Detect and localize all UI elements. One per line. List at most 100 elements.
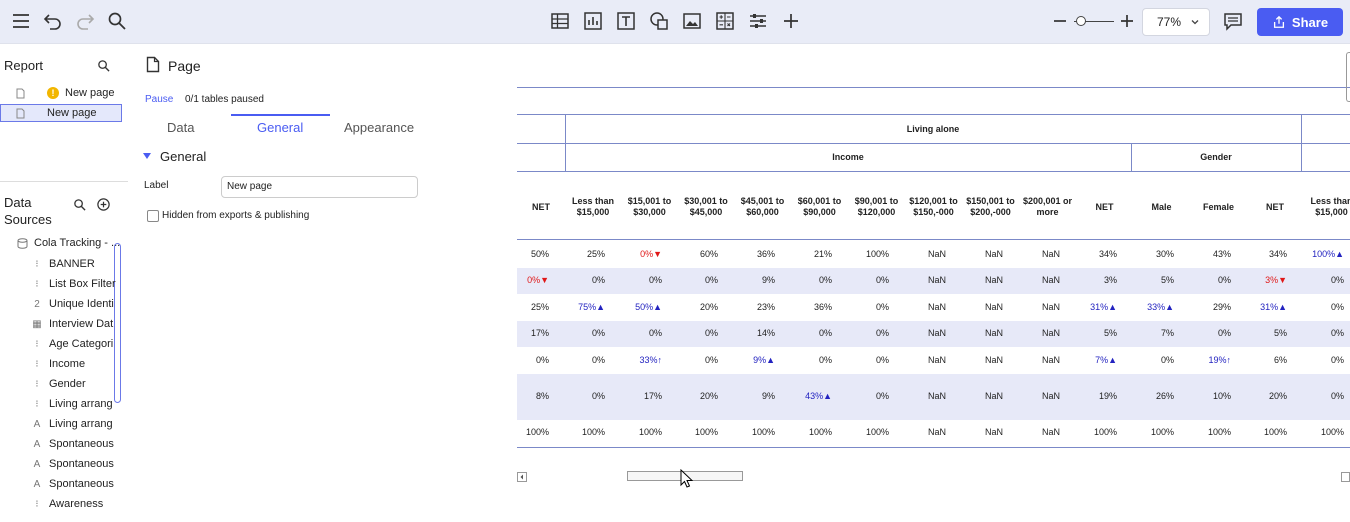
table-cell[interactable]: 43% [1171, 249, 1231, 259]
table-cell[interactable]: 25% [545, 249, 605, 259]
table-cell[interactable]: 75%▲ [545, 302, 605, 312]
table-cell[interactable]: 33%▲ [1114, 302, 1174, 312]
table-cell[interactable]: NaN [943, 328, 1003, 338]
table-cell[interactable]: 0% [1171, 328, 1231, 338]
table-cell[interactable]: NaN [886, 302, 946, 312]
data-sources-search-icon[interactable] [73, 198, 86, 211]
table-cell[interactable]: 7% [1114, 328, 1174, 338]
table-cell[interactable]: 0% [658, 275, 718, 285]
table-cell[interactable]: 9% [715, 275, 775, 285]
data-source-item[interactable]: A Spontaneous [30, 454, 120, 474]
zoom-select[interactable]: 77% [1142, 8, 1210, 36]
tab-appearance[interactable]: Appearance [344, 120, 414, 135]
data-source-item[interactable]: ⁝ BANNER [30, 254, 120, 274]
data-source-item[interactable]: ▦ Interview Dat [30, 314, 120, 334]
hidden-from-exports-checkbox[interactable] [147, 210, 159, 222]
table-cell[interactable]: 0% [829, 275, 889, 285]
calculation-icon[interactable] [712, 8, 738, 34]
redo-icon[interactable] [72, 8, 98, 34]
table-cell[interactable]: NaN [886, 427, 946, 437]
table-cell[interactable]: 60% [658, 249, 718, 259]
table-cell[interactable]: 23% [715, 302, 775, 312]
table-cell[interactable]: 29% [1171, 302, 1231, 312]
table-cell[interactable]: 100% [1171, 427, 1231, 437]
table-cell[interactable]: 0% [1171, 275, 1231, 285]
table-cell[interactable]: 31%▲ [1227, 302, 1287, 312]
table-cell[interactable]: 36% [772, 302, 832, 312]
table-cell[interactable]: NaN [943, 427, 1003, 437]
image-icon[interactable] [679, 8, 705, 34]
table-cell[interactable]: 21% [772, 249, 832, 259]
data-source-item[interactable]: ⁝ Living arrang [30, 394, 120, 414]
table-cell[interactable]: 0% [829, 391, 889, 401]
table-cell[interactable]: 0% [829, 355, 889, 365]
data-source-item[interactable]: A Spontaneous [30, 434, 120, 454]
table-cell[interactable]: 100% [1284, 427, 1344, 437]
table-cell[interactable]: 3%▼ [1227, 275, 1287, 285]
add-icon[interactable] [778, 8, 804, 34]
table-cell[interactable]: 100%▲ [1284, 249, 1344, 259]
table-cell[interactable]: 19% [1057, 391, 1117, 401]
table-cell[interactable]: NaN [943, 275, 1003, 285]
table-cell[interactable]: 100% [829, 249, 889, 259]
table-cell[interactable]: NaN [886, 249, 946, 259]
table-cell[interactable]: 19%↑ [1171, 355, 1231, 365]
menu-icon[interactable] [8, 8, 34, 34]
text-icon[interactable] [613, 8, 639, 34]
table-cell[interactable]: 0% [602, 328, 662, 338]
table-cell[interactable]: 100% [1114, 427, 1174, 437]
table-cell[interactable]: 9%▲ [715, 355, 775, 365]
table-cell[interactable]: 0% [545, 328, 605, 338]
table-cell[interactable]: 0% [1284, 355, 1344, 365]
table-cell[interactable]: 100% [1227, 427, 1287, 437]
table-cell[interactable]: 26% [1114, 391, 1174, 401]
table-icon[interactable] [547, 8, 573, 34]
table-cell[interactable]: 0% [545, 355, 605, 365]
table-cell[interactable]: NaN [1000, 302, 1060, 312]
table-cell[interactable]: 36% [715, 249, 775, 259]
table-cell[interactable]: 0% [1284, 275, 1344, 285]
data-source-item[interactable]: ⁝ Awareness [30, 494, 120, 514]
chart-icon[interactable] [580, 8, 606, 34]
table-cell[interactable]: 0% [545, 275, 605, 285]
comment-icon[interactable] [1220, 8, 1246, 34]
table-cell[interactable]: 33%↑ [602, 355, 662, 365]
scroll-right-icon[interactable] [1341, 472, 1350, 482]
data-source-item[interactable]: ⁝ Income [30, 354, 120, 374]
table-cell[interactable]: 0% [1284, 328, 1344, 338]
table-cell[interactable]: NaN [943, 391, 1003, 401]
table-cell[interactable]: NaN [943, 302, 1003, 312]
table-cell[interactable]: 0% [829, 328, 889, 338]
table-cell[interactable]: 0% [602, 275, 662, 285]
table-cell[interactable]: 0% [1114, 355, 1174, 365]
table-cell[interactable]: NaN [886, 328, 946, 338]
zoom-in-icon[interactable] [1114, 8, 1140, 34]
table-cell[interactable]: NaN [1000, 355, 1060, 365]
table-cell[interactable]: 50%▲ [602, 302, 662, 312]
label-input[interactable]: New page [221, 176, 418, 198]
table-cell[interactable]: 17% [602, 391, 662, 401]
right-panel-handle[interactable] [1346, 52, 1350, 102]
table-cell[interactable]: NaN [886, 391, 946, 401]
table-cell[interactable]: 7%▲ [1057, 355, 1117, 365]
table-cell[interactable]: 34% [1227, 249, 1287, 259]
table-cell[interactable]: NaN [943, 355, 1003, 365]
table-cell[interactable]: 0% [1284, 391, 1344, 401]
table-cell[interactable]: 0% [658, 355, 718, 365]
data-source-item[interactable]: ⁝ Age Categori [30, 334, 120, 354]
crosstab-table[interactable]: Living alone Income Gender NET Less than $15… [517, 46, 1350, 456]
pause-button[interactable]: Pause [145, 94, 173, 105]
table-cell[interactable]: 100% [658, 427, 718, 437]
table-cell[interactable]: 0% [1284, 302, 1344, 312]
table-cell[interactable]: 100% [829, 427, 889, 437]
table-cell[interactable]: 100% [545, 427, 605, 437]
table-cell[interactable]: 30% [1114, 249, 1174, 259]
table-cell[interactable]: NaN [1000, 391, 1060, 401]
collapse-arrow-icon[interactable] [143, 153, 151, 159]
table-cell[interactable]: 0% [545, 391, 605, 401]
data-source-root[interactable]: Cola Tracking - ... [17, 237, 120, 249]
table-cell[interactable]: 5% [1057, 328, 1117, 338]
table-cell[interactable]: 20% [1227, 391, 1287, 401]
table-cell[interactable]: 5% [1114, 275, 1174, 285]
table-cell[interactable]: 6% [1227, 355, 1287, 365]
